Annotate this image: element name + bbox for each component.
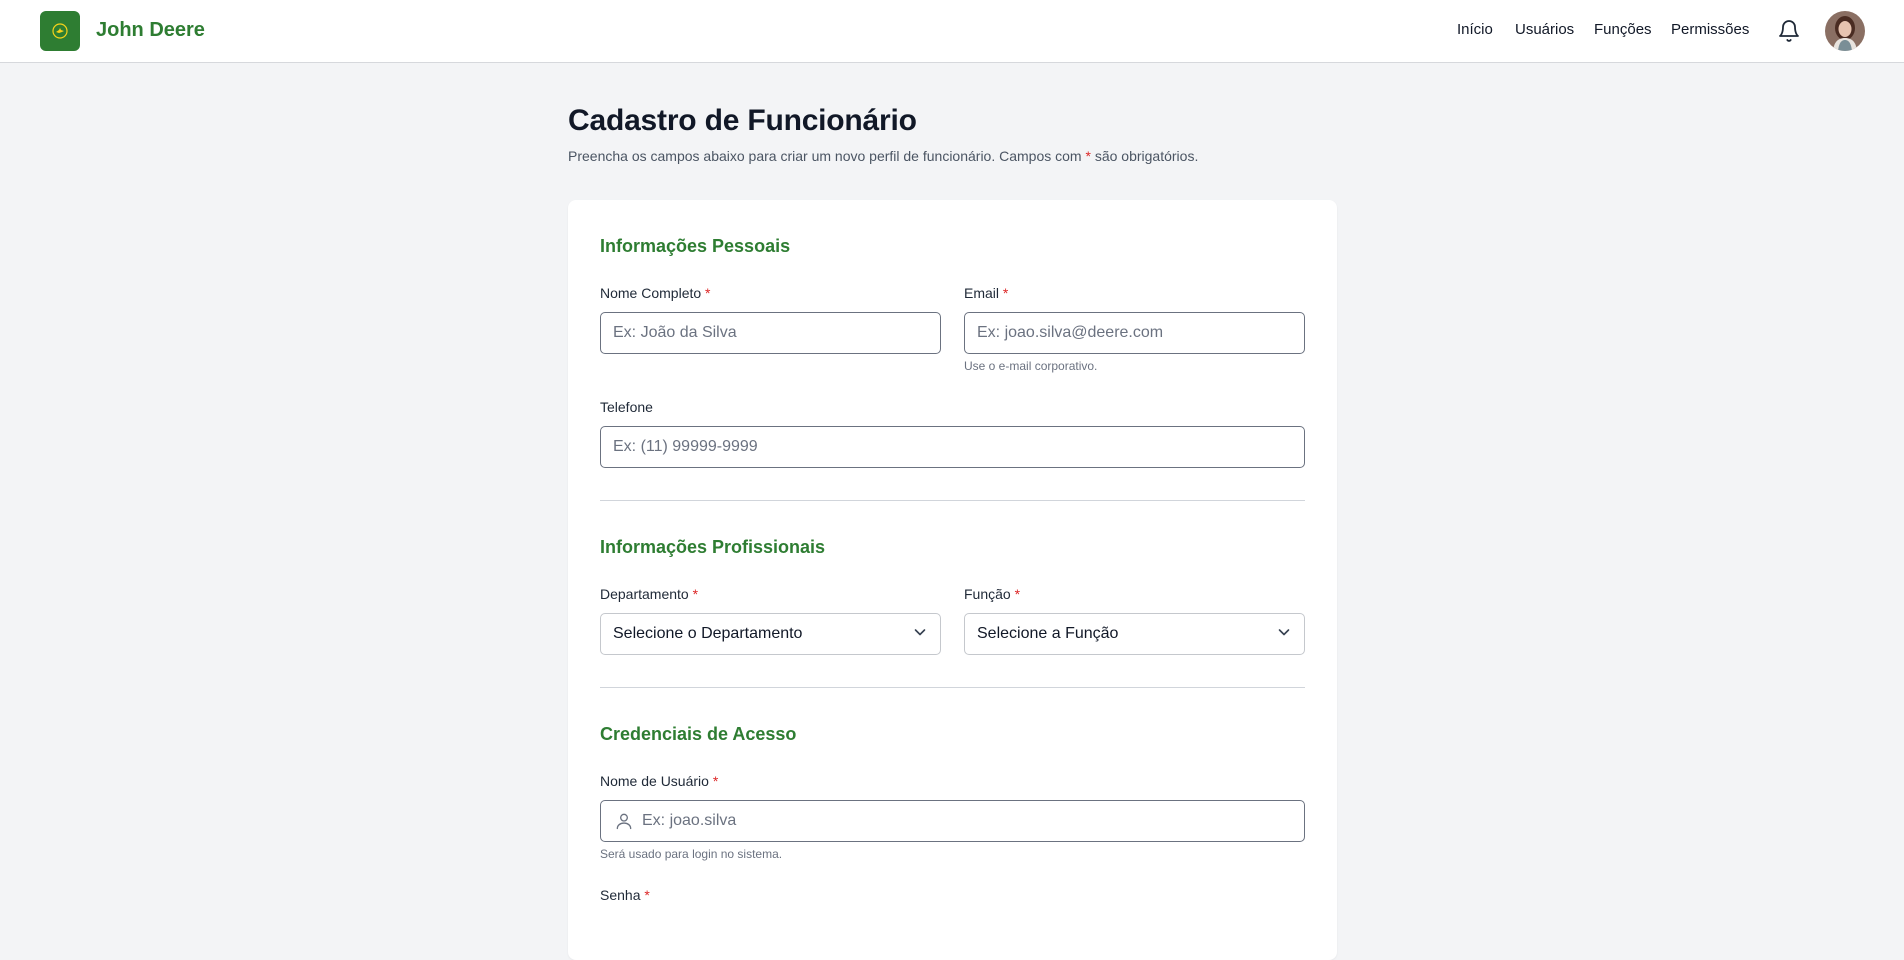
required-asterisk: * bbox=[644, 887, 650, 903]
required-asterisk: * bbox=[712, 773, 719, 789]
section-title-professional: Informações Profissionais bbox=[600, 537, 826, 557]
required-asterisk: * bbox=[705, 285, 711, 301]
nav-link-inicio[interactable]: Início bbox=[1457, 21, 1493, 38]
page-subtitle-text: Preencha os campos abaixo para criar um … bbox=[568, 148, 1086, 164]
user-avatar[interactable] bbox=[1825, 11, 1865, 51]
email-label-text: Email bbox=[964, 285, 1000, 301]
email-input[interactable] bbox=[964, 312, 1305, 354]
brand-name[interactable]: John Deere bbox=[96, 19, 205, 42]
page-subtitle: Preencha os campos abaixo para criar um … bbox=[568, 148, 1198, 164]
password-label-text: Senha bbox=[600, 887, 641, 903]
department-select[interactable]: Selecione o Departamento bbox=[600, 613, 941, 655]
role-select[interactable]: Selecione a Função bbox=[964, 613, 1305, 655]
username-hint: Será usado para login no sistema. bbox=[600, 847, 783, 861]
required-asterisk: * bbox=[1002, 285, 1009, 301]
section-title-personal: Informações Pessoais bbox=[600, 236, 791, 256]
page-subtitle-text-end: são obrigatórios. bbox=[1090, 148, 1199, 164]
department-select-value: Selecione o Departamento bbox=[613, 625, 803, 642]
name-label: Nome Completo * bbox=[600, 285, 711, 301]
nav-link-usuarios[interactable]: Usuários bbox=[1515, 21, 1574, 38]
section-divider bbox=[600, 687, 1305, 688]
nav-link-funcoes[interactable]: Funções bbox=[1594, 21, 1652, 38]
name-label-text: Nome Completo bbox=[600, 285, 702, 301]
chevron-down-icon bbox=[912, 624, 928, 645]
top-navigation-bar: John Deere Início Usuários Funções Permi… bbox=[0, 0, 1904, 63]
username-label-text: Nome de Usuário bbox=[600, 773, 709, 789]
nav-link-permissoes[interactable]: Permissões bbox=[1671, 21, 1749, 38]
bell-icon[interactable] bbox=[1777, 19, 1801, 43]
full-name-input[interactable] bbox=[600, 312, 941, 354]
role-label: Função * bbox=[964, 586, 1020, 602]
role-label-text: Função bbox=[964, 586, 1011, 602]
phone-label: Telefone bbox=[600, 399, 653, 415]
password-label: Senha * bbox=[600, 887, 650, 903]
chevron-down-icon bbox=[1276, 624, 1292, 645]
email-hint: Use o e-mail corporativo. bbox=[964, 359, 1098, 373]
section-divider bbox=[600, 500, 1305, 501]
deer-logo-icon[interactable] bbox=[40, 11, 80, 51]
username-input[interactable] bbox=[600, 800, 1305, 842]
department-label: Departamento * bbox=[600, 586, 698, 602]
required-asterisk: * bbox=[1014, 586, 1021, 602]
page-title: Cadastro de Funcionário bbox=[568, 104, 917, 137]
email-label: Email * bbox=[964, 285, 1008, 301]
role-select-value: Selecione a Função bbox=[977, 625, 1119, 642]
required-asterisk: * bbox=[692, 586, 699, 602]
phone-input[interactable] bbox=[600, 426, 1305, 468]
department-label-text: Departamento bbox=[600, 586, 689, 602]
username-label: Nome de Usuário * bbox=[600, 773, 718, 789]
section-title-credentials: Credenciais de Acesso bbox=[600, 724, 797, 744]
